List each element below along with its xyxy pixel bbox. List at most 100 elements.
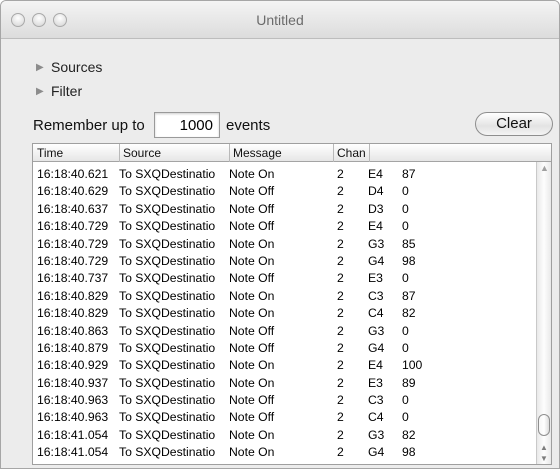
cell-message: Note Off xyxy=(229,410,275,425)
column-header-source[interactable]: Source xyxy=(119,146,229,162)
cell-time: 16:18:40.863 xyxy=(37,323,109,338)
cell-velocity: 0 xyxy=(402,340,409,355)
cell-note: G3 xyxy=(368,323,385,338)
table-row[interactable]: 16:18:40.737 To SXQDestinatio Note Off 2 E3 0 xyxy=(33,270,538,287)
event-count-input[interactable]: 1000 xyxy=(154,112,220,138)
table-row[interactable]: 16:18:41.054 To SXQDestinatio Note On 2 G4 98 xyxy=(33,444,538,461)
cell-time: 16:18:40.879 xyxy=(37,340,109,355)
cell-time: 16:18:40.729 xyxy=(37,219,109,234)
cell-velocity: 0 xyxy=(402,323,409,338)
cell-message: Note On xyxy=(229,445,275,460)
cell-note: E4 xyxy=(368,358,383,373)
events-label: events xyxy=(226,117,271,134)
cell-channel: 2 xyxy=(337,323,344,338)
cell-note: C4 xyxy=(368,306,384,321)
column-divider xyxy=(369,144,370,162)
column-header-message[interactable]: Message xyxy=(229,146,333,162)
cell-velocity: 0 xyxy=(402,201,409,216)
cell-source: To SXQDestinatio xyxy=(119,167,216,181)
table-header: Time Source Message Chan xyxy=(33,144,551,162)
window-title: Untitled xyxy=(256,12,304,28)
table-row[interactable]: 16:18:41.054 To SXQDestinatio Note On 2 G3 82 xyxy=(33,427,538,444)
table-row[interactable]: 16:18:40.729 To SXQDestinatio Note On 2 G3 85 xyxy=(33,236,538,253)
cell-note: C4 xyxy=(368,410,384,425)
table-row[interactable]: 16:18:40.637 To SXQDestinatio Note Off 2 D3 0 xyxy=(33,201,538,218)
cell-note: E3 xyxy=(368,375,383,390)
cell-note: G3 xyxy=(368,236,385,251)
table-row[interactable]: 16:18:40.829 To SXQDestinatio Note On 2 C4 82 xyxy=(33,305,538,322)
table-row[interactable]: 16:18:40.729 To SXQDestinatio Note On 2 G4 98 xyxy=(33,253,538,270)
cell-velocity: 0 xyxy=(402,271,409,286)
cell-channel: 2 xyxy=(337,306,344,321)
cell-velocity: 87 xyxy=(402,288,416,303)
cell-note: E3 xyxy=(368,271,383,286)
cell-time: 16:18:40.829 xyxy=(37,288,109,303)
event-table[interactable]: Time Source Message Chan 16:18:40.621 To … xyxy=(32,143,552,465)
cell-message: Note Off xyxy=(229,323,275,338)
cell-note: C3 xyxy=(368,393,384,408)
table-row[interactable]: 16:18:40.963 To SXQDestinatio Note Off 2 C4 0 xyxy=(33,409,538,426)
table-row[interactable]: 16:18:40.879 To SXQDestinatio Note Off 2 G4 0 xyxy=(33,340,538,357)
cell-velocity: 100 xyxy=(402,358,423,373)
disclosure-triangle-icon[interactable]: ▶ xyxy=(36,86,46,97)
scroll-down-arrow-icon[interactable]: ▼ xyxy=(540,454,548,463)
table-row[interactable]: 16:18:40.863 To SXQDestinatio Note Off 2 G3 0 xyxy=(33,323,538,340)
cell-time: 16:18:40.929 xyxy=(37,358,109,373)
cell-source: To SXQDestinatio xyxy=(119,375,216,390)
vertical-scrollbar[interactable]: ▲ ▲ ▼ xyxy=(536,162,551,464)
cell-channel: 2 xyxy=(337,236,344,251)
cell-source: To SXQDestinatio xyxy=(119,410,216,425)
cell-channel: 2 xyxy=(337,167,344,181)
cell-channel: 2 xyxy=(337,445,344,460)
table-row[interactable]: 16:18:40.963 To SXQDestinatio Note Off 2 C3 0 xyxy=(33,392,538,409)
cell-note: D4 xyxy=(368,184,384,199)
cell-velocity: 98 xyxy=(402,445,416,460)
cell-channel: 2 xyxy=(337,340,344,355)
cell-source: To SXQDestinatio xyxy=(119,288,216,303)
cell-time: 16:18:40.737 xyxy=(37,271,109,286)
cell-velocity: 85 xyxy=(402,236,416,251)
table-row[interactable]: 16:18:40.729 To SXQDestinatio Note Off 2 E4 0 xyxy=(33,218,538,235)
cell-source: To SXQDestinatio xyxy=(119,253,216,268)
title-bar[interactable]: Untitled xyxy=(1,1,559,39)
cell-note: E4 xyxy=(368,167,383,181)
cell-source: To SXQDestinatio xyxy=(119,323,216,338)
cell-message: Note Off xyxy=(229,271,275,286)
cell-source: To SXQDestinatio xyxy=(119,219,216,234)
scroll-up-arrow-icon[interactable]: ▲ xyxy=(540,443,548,452)
cell-message: Note On xyxy=(229,306,275,321)
cell-message: Note On xyxy=(229,253,275,268)
cell-velocity: 89 xyxy=(402,375,416,390)
clear-button[interactable]: Clear xyxy=(475,112,553,136)
table-row[interactable]: 16:18:40.829 To SXQDestinatio Note On 2 C3 87 xyxy=(33,288,538,305)
filter-disclosure[interactable]: ▶ Filter xyxy=(36,83,82,99)
cell-velocity: 87 xyxy=(402,167,416,181)
cell-channel: 2 xyxy=(337,410,344,425)
cell-message: Note On xyxy=(229,236,275,251)
scrollbar-thumb[interactable] xyxy=(538,414,550,436)
column-header-chan[interactable]: Chan xyxy=(333,146,369,162)
sources-disclosure[interactable]: ▶ Sources xyxy=(36,59,102,75)
cell-source: To SXQDestinatio xyxy=(119,358,216,373)
column-header-time[interactable]: Time xyxy=(33,146,119,162)
cell-message: Note On xyxy=(229,288,275,303)
table-row[interactable]: 16:18:40.937 To SXQDestinatio Note On 2 E3 89 xyxy=(33,375,538,392)
table-row[interactable]: 16:18:40.621 To SXQDestinatio Note On 2 E4 87 xyxy=(33,166,538,183)
cell-velocity: 82 xyxy=(402,306,416,321)
cell-channel: 2 xyxy=(337,427,344,442)
cell-message: Note On xyxy=(229,375,275,390)
cell-channel: 2 xyxy=(337,271,344,286)
cell-source: To SXQDestinatio xyxy=(119,306,216,321)
cell-time: 16:18:40.937 xyxy=(37,375,109,390)
cell-source: To SXQDestinatio xyxy=(119,340,216,355)
cell-message: Note Off xyxy=(229,393,275,408)
cell-source: To SXQDestinatio xyxy=(119,201,216,216)
table-row[interactable]: 16:18:40.629 To SXQDestinatio Note Off 2 D4 0 xyxy=(33,183,538,200)
cell-time: 16:18:40.963 xyxy=(37,393,109,408)
cell-source: To SXQDestinatio xyxy=(119,184,216,199)
filter-label: Filter xyxy=(51,83,83,99)
cell-message: Note On xyxy=(229,427,275,442)
table-row[interactable]: 16:18:40.929 To SXQDestinatio Note On 2 E4 10… xyxy=(33,357,538,374)
cell-time: 16:18:40.729 xyxy=(37,253,109,268)
disclosure-triangle-icon[interactable]: ▶ xyxy=(36,62,46,73)
